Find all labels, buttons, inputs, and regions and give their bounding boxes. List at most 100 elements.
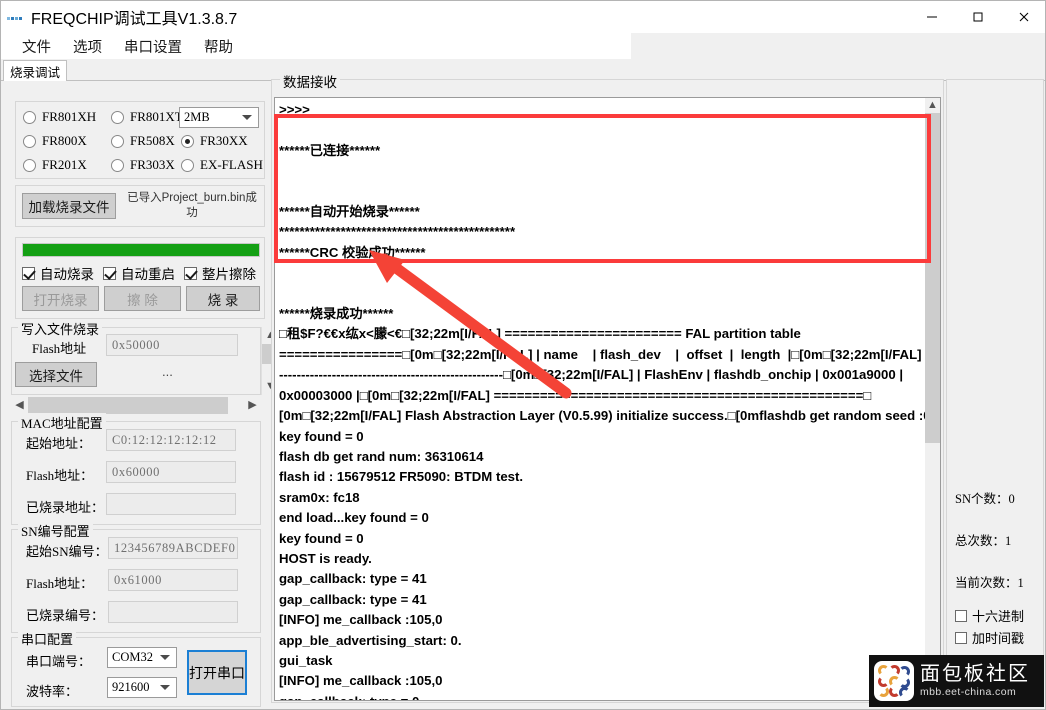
burn-progress-bar [22, 243, 260, 257]
load-file-status: 已导入Project_burn.bin成功 [127, 192, 257, 219]
menu-item-serial-settings[interactable]: 串口设置 [113, 36, 193, 57]
checkbox-label: 自动烧录 [40, 267, 94, 282]
current-count-label: 当前次数：1 [955, 576, 1024, 590]
watermark-logo-icon [874, 661, 914, 701]
checkbox-auto-burn[interactable]: 自动烧录 [22, 263, 94, 283]
checkbox-box-icon [955, 631, 967, 644]
radio-fr30xx[interactable]: FR30XX [181, 133, 248, 149]
open-serial-port-button[interactable]: 打开串口 [187, 650, 247, 695]
receive-vscroll-thumb[interactable] [925, 113, 940, 443]
watermark-url: mbb.eet-china.com [920, 686, 1017, 698]
receive-log-text: >>>> ******已连接****** ******自动开始烧录****** … [279, 102, 931, 700]
burn-progress-fill [23, 244, 259, 256]
load-burn-file-button[interactable]: 加载烧录文件 [22, 193, 116, 219]
mac-config-legend: MAC地址配置 [18, 413, 106, 432]
chevron-down-icon [160, 685, 170, 690]
tab-burn-debug[interactable]: 烧录调试 [3, 60, 68, 81]
mac-start-addr-label: 起始地址： [26, 436, 92, 451]
scroll-right-icon[interactable]: ▶ [244, 397, 261, 414]
mac-flash-addr-label: Flash地址： [26, 468, 94, 483]
total-count-label: 总次数：1 [955, 534, 1012, 548]
serial-port-label: 串口端号： [26, 654, 92, 669]
left-panel-hscrollbar[interactable]: ◀ ▶ [11, 397, 261, 414]
site-watermark: 面包板社区 mbb.eet-china.com [869, 655, 1044, 707]
watermark-title: 面包板社区 [920, 663, 1030, 685]
mac-config-group: MAC地址配置 起始地址： C0:12:12:12:12:12 Flash地址：… [11, 413, 261, 525]
radio-label: FR801XH [42, 109, 97, 124]
erase-button[interactable]: 擦 除 [104, 286, 181, 311]
radio-label: FR30XX [200, 133, 248, 148]
app-logo-icon [7, 8, 25, 26]
window-title: FREQCHIP调试工具V1.3.8.7 [31, 11, 238, 28]
open-burn-button[interactable]: 打开烧录 [22, 286, 99, 311]
checkbox-label: 自动重启 [121, 267, 175, 282]
radio-fr201x[interactable]: FR201X [23, 157, 87, 173]
serial-config-legend: 串口配置 [18, 629, 77, 648]
radio-label: EX-FLASH [200, 157, 263, 172]
radio-label: FR801XT [130, 109, 183, 124]
receive-textarea[interactable]: >>>> ******已连接****** ******自动开始烧录****** … [274, 97, 941, 701]
burn-button[interactable]: 烧 录 [186, 286, 260, 311]
sn-count-label: SN个数：0 [955, 492, 1015, 506]
tab-strip: 烧录调试 [1, 59, 1045, 81]
title-bar: FREQCHIP调试工具V1.3.8.7 [1, 1, 1045, 33]
sn-burned-input[interactable] [108, 601, 238, 623]
checkbox-hex[interactable]: 十六进制 [955, 606, 1024, 625]
sn-burned-label: 已烧录编号： [26, 608, 105, 623]
serial-config-group: 串口配置 串口端号： COM32 波特率： 921600 打开串口 [11, 629, 261, 707]
select-file-button[interactable]: 选择文件 [15, 362, 97, 387]
sn-start-input[interactable]: 123456789ABCDEF0 [108, 537, 238, 559]
radio-dot-icon [23, 158, 36, 172]
flash-size-combo[interactable]: 2MB [179, 107, 259, 128]
sn-flash-addr-label: Flash地址： [26, 576, 94, 591]
sn-config-group: SN编号配置 起始SN编号： 123456789ABCDEF0 Flash地址：… [11, 521, 261, 633]
checkbox-box-icon [955, 609, 967, 622]
chevron-down-icon [242, 115, 252, 120]
serial-port-value: COM32 [112, 650, 153, 664]
checkbox-label: 加时间戳 [972, 631, 1025, 646]
serial-baud-label: 波特率： [26, 684, 79, 699]
radio-label: FR508X [130, 133, 175, 148]
radio-fr508x[interactable]: FR508X [111, 133, 175, 149]
menu-item-help[interactable]: 帮助 [193, 36, 244, 57]
radio-fr801xh[interactable]: FR801XH [23, 109, 96, 125]
write-file-legend: 写入文件烧录 [18, 319, 103, 338]
burn-control-group: 自动烧录 自动重启 整片擦除 打开烧录 擦 除 烧 录 [15, 237, 265, 319]
chip-select-group: FR801XH FR801XT FR800X FR508X FR30XX FR2… [15, 101, 265, 179]
serial-port-combo[interactable]: COM32 [107, 647, 177, 668]
mac-flash-addr-input[interactable]: 0x60000 [106, 461, 236, 483]
write-flash-addr-label: Flash地址 [32, 341, 87, 356]
radio-dot-icon [111, 158, 124, 172]
radio-ex-flash[interactable]: EX-FLASH [181, 157, 263, 173]
minimize-button[interactable] [909, 1, 955, 33]
checkbox-label: 整片擦除 [202, 267, 256, 282]
checkbox-box-icon [22, 266, 35, 280]
receive-vscrollbar[interactable]: ▲ [925, 98, 940, 700]
close-button[interactable] [1001, 1, 1045, 33]
checkbox-timestamp[interactable]: 加时间戳 [955, 628, 1024, 647]
radio-fr303x[interactable]: FR303X [111, 157, 175, 173]
checkbox-full-erase[interactable]: 整片擦除 [184, 263, 256, 283]
scroll-up-icon[interactable]: ▲ [925, 98, 940, 113]
hscroll-thumb[interactable] [28, 397, 228, 414]
menu-item-file[interactable]: 文件 [11, 36, 62, 57]
scroll-left-icon[interactable]: ◀ [11, 397, 28, 414]
menu-bar: 文件 选项 串口设置 帮助 [1, 33, 1045, 59]
mac-start-addr-input[interactable]: C0:12:12:12:12:12 [106, 429, 236, 451]
sn-flash-addr-input[interactable]: 0x61000 [108, 569, 238, 591]
write-flash-addr-input[interactable]: 0x50000 [106, 334, 238, 356]
radio-fr800x[interactable]: FR800X [23, 133, 87, 149]
maximize-button[interactable] [955, 1, 1001, 33]
serial-baud-combo[interactable]: 921600 [107, 677, 177, 698]
radio-dot-icon [111, 134, 124, 148]
radio-dot-icon [181, 158, 194, 172]
checkbox-auto-restart[interactable]: 自动重启 [103, 263, 175, 283]
write-file-group: 写入文件烧录 Flash地址 0x50000 选择文件 ... [11, 319, 261, 395]
mac-burned-addr-input[interactable] [106, 493, 236, 515]
serial-baud-value: 921600 [112, 680, 150, 694]
radio-fr801xt[interactable]: FR801XT [111, 109, 183, 125]
radio-label: FR800X [42, 133, 87, 148]
chevron-down-icon [160, 655, 170, 660]
checkbox-label: 十六进制 [972, 609, 1025, 624]
menu-item-options[interactable]: 选项 [62, 36, 113, 57]
